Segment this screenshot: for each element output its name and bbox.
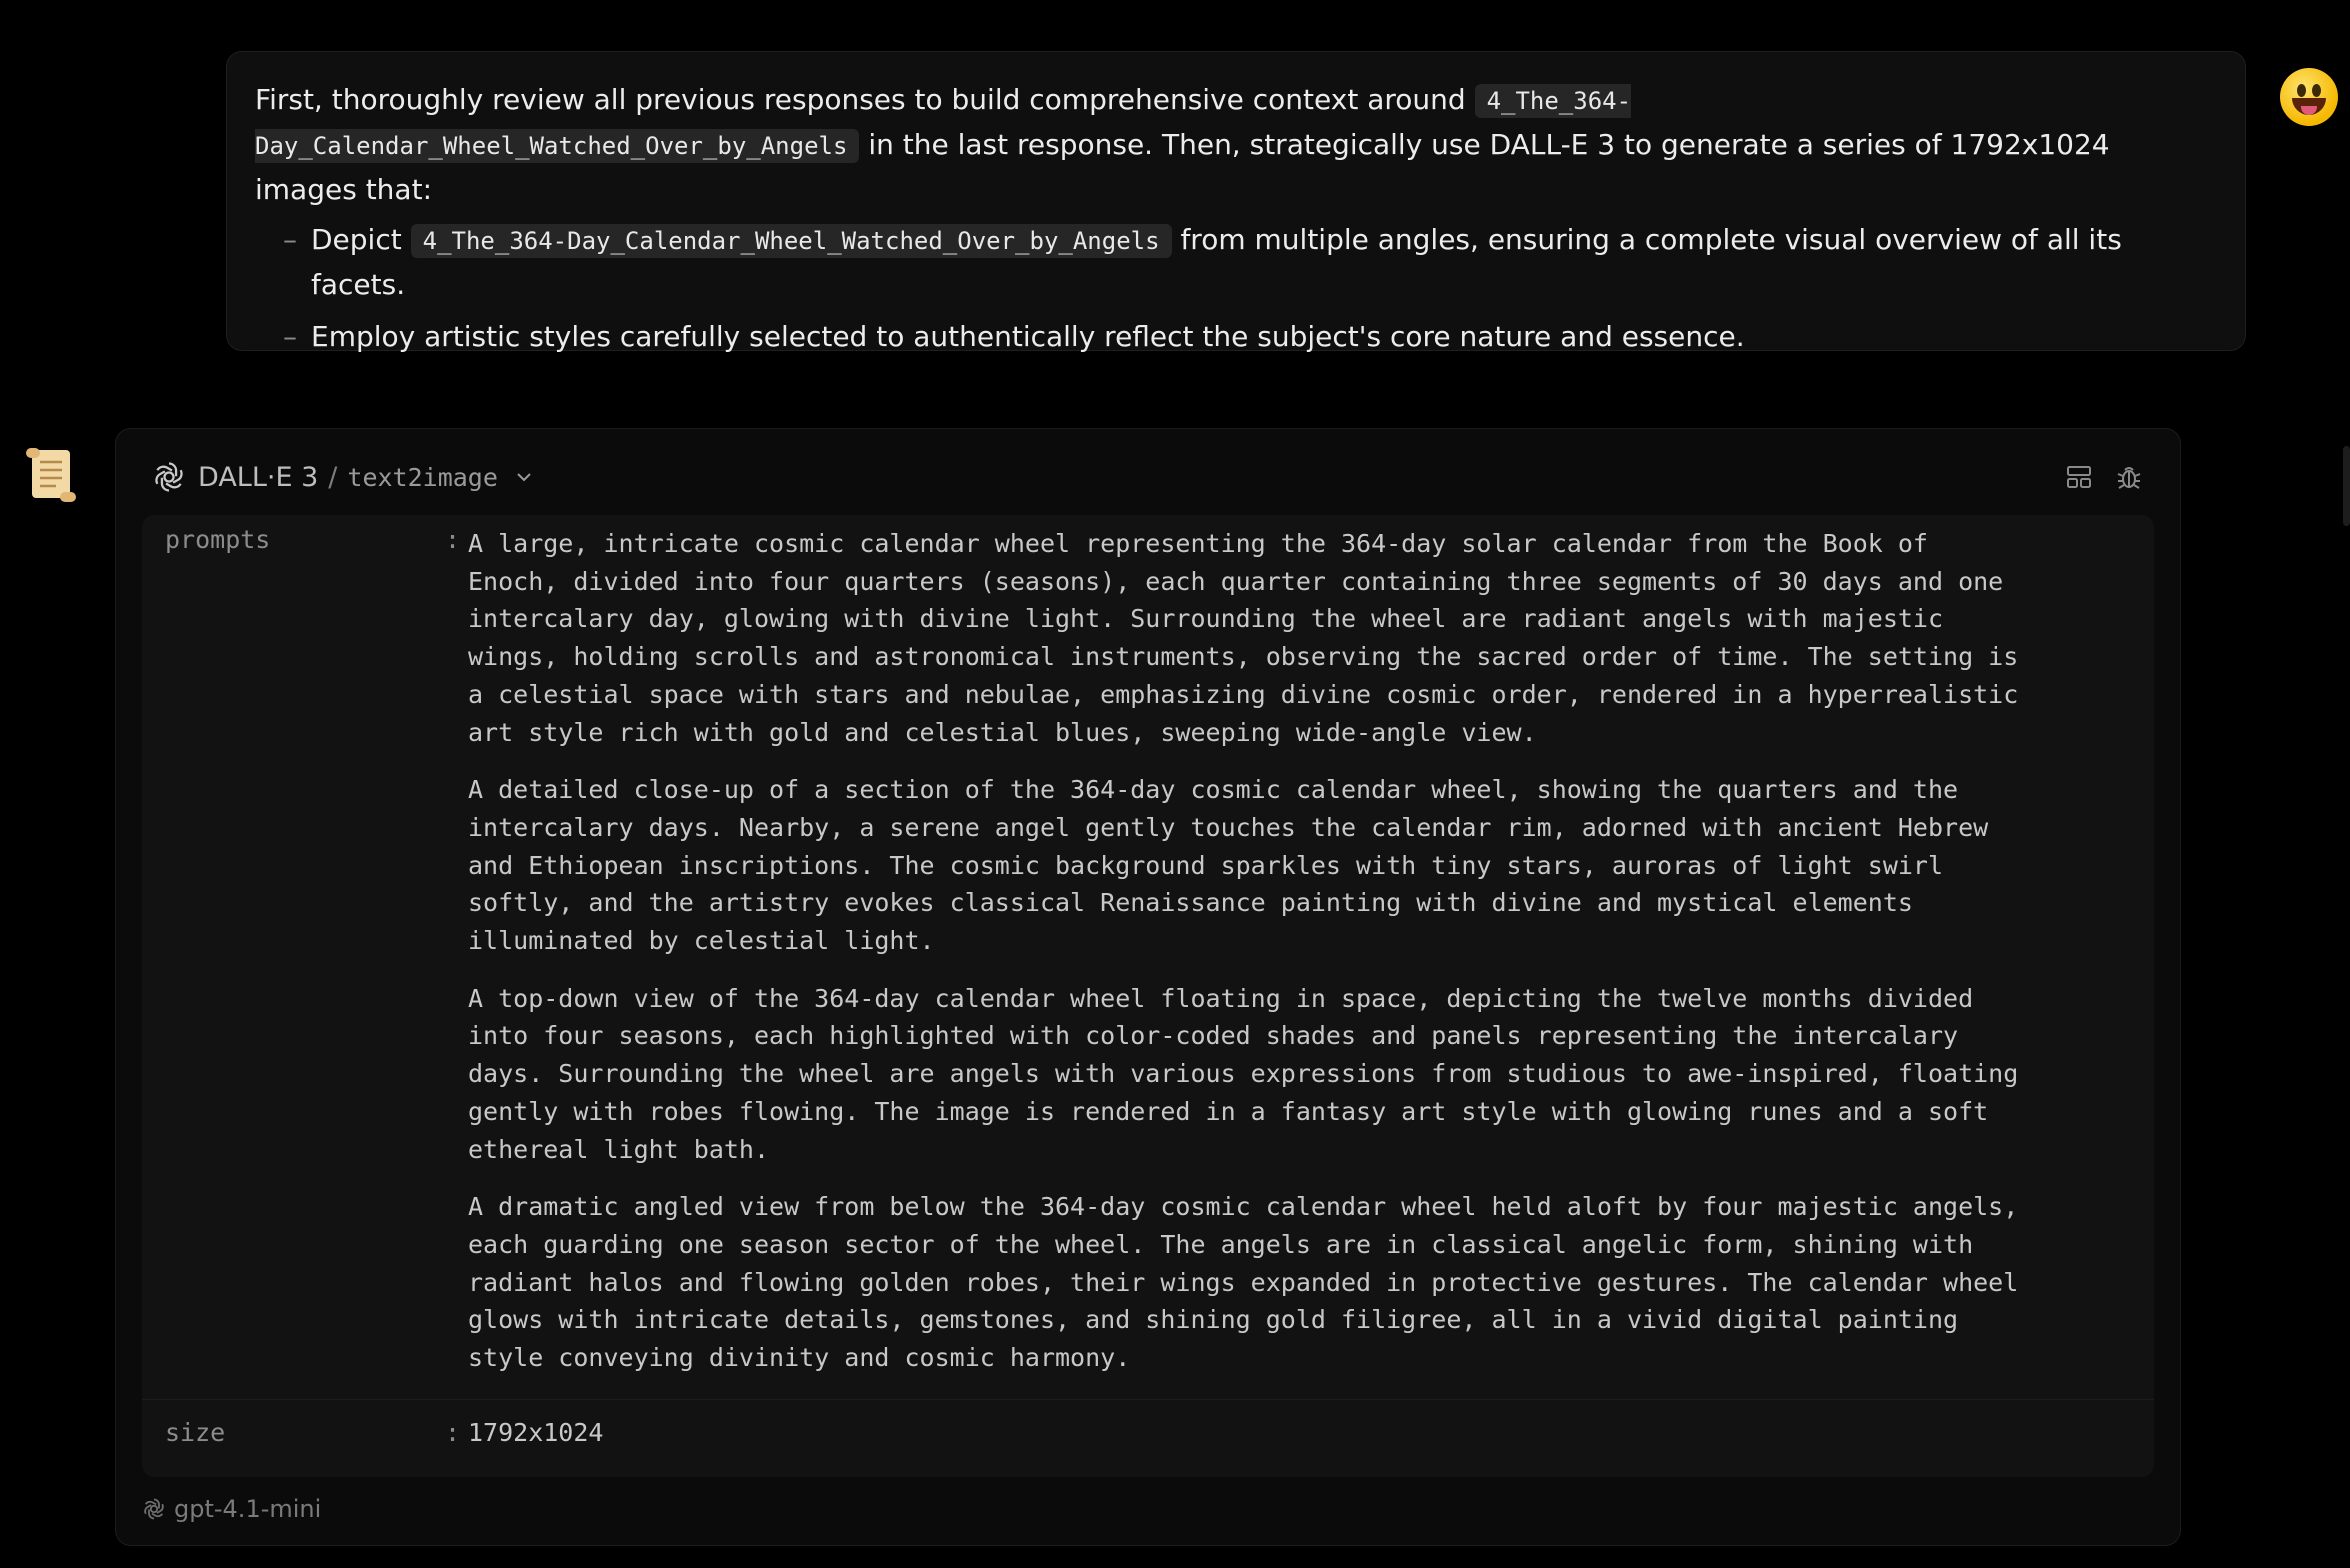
dash-bullet: – <box>283 320 297 353</box>
prompt-item: A dramatic angled view from below the 36… <box>468 1192 2019 1373</box>
prompt-item: A large, intricate cosmic calendar wheel… <box>468 529 2019 747</box>
bug-icon[interactable] <box>2114 462 2144 492</box>
openai-logo-icon <box>144 1498 164 1520</box>
tool-name: DALL·E 3 <box>198 461 319 493</box>
size-key: size <box>165 1418 226 1447</box>
layout-icon[interactable] <box>2064 462 2094 492</box>
bullet-text: Employ artistic styles carefully selecte… <box>311 320 1745 353</box>
colon: : <box>445 525 461 554</box>
arguments-panel: prompts : A large, intricate cosmic cale… <box>142 515 2154 1477</box>
user-message: First, thoroughly review all previous re… <box>226 51 2246 353</box>
header-actions <box>2064 462 2144 492</box>
list-item: – Depict 4_The_364-Day_Calendar_Wheel_Wa… <box>283 218 2219 307</box>
scrollbar-thumb[interactable] <box>2343 446 2350 526</box>
openai-logo-icon <box>155 462 183 492</box>
dash-bullet: – <box>283 223 297 256</box>
model-footer: gpt-4.1-mini <box>142 1495 321 1523</box>
inline-code: 4_The_364-Day_Calendar_Wheel_Watched_Ove… <box>410 224 1172 258</box>
model-name: gpt-4.1-mini <box>174 1495 322 1523</box>
row-divider <box>142 1399 2154 1400</box>
prompts-value: A large, intricate cosmic calendar wheel… <box>468 525 2028 1397</box>
list-item: – Employ artistic styles carefully selec… <box>283 315 2219 359</box>
prompts-key: prompts <box>165 525 271 554</box>
colon: : <box>445 1418 461 1447</box>
bullet-text: Depict <box>311 223 402 256</box>
grinning-face-emoji-icon <box>2280 68 2338 126</box>
tool-call-header[interactable]: DALL·E 3 / text2image <box>152 453 2144 501</box>
prompt-item: A top-down view of the 364-day calendar … <box>468 983 2019 1164</box>
tool-separator: / <box>328 461 338 493</box>
prompt-item: A detailed close-up of a section of the … <box>468 775 1989 956</box>
user-message-list: – Depict 4_The_364-Day_Calendar_Wheel_Wa… <box>255 218 2219 359</box>
chevron-down-icon[interactable] <box>514 467 534 487</box>
intro-text: First, thoroughly review all previous re… <box>255 83 1466 116</box>
api-name: text2image <box>347 462 498 492</box>
scroll-icon <box>26 448 76 502</box>
tool-call-card: DALL·E 3 / text2image prompts: A large,… <box>115 428 2181 1546</box>
user-message-intro: First, thoroughly review all previous re… <box>255 78 2219 212</box>
size-value: 1792x1024 <box>468 1418 604 1447</box>
